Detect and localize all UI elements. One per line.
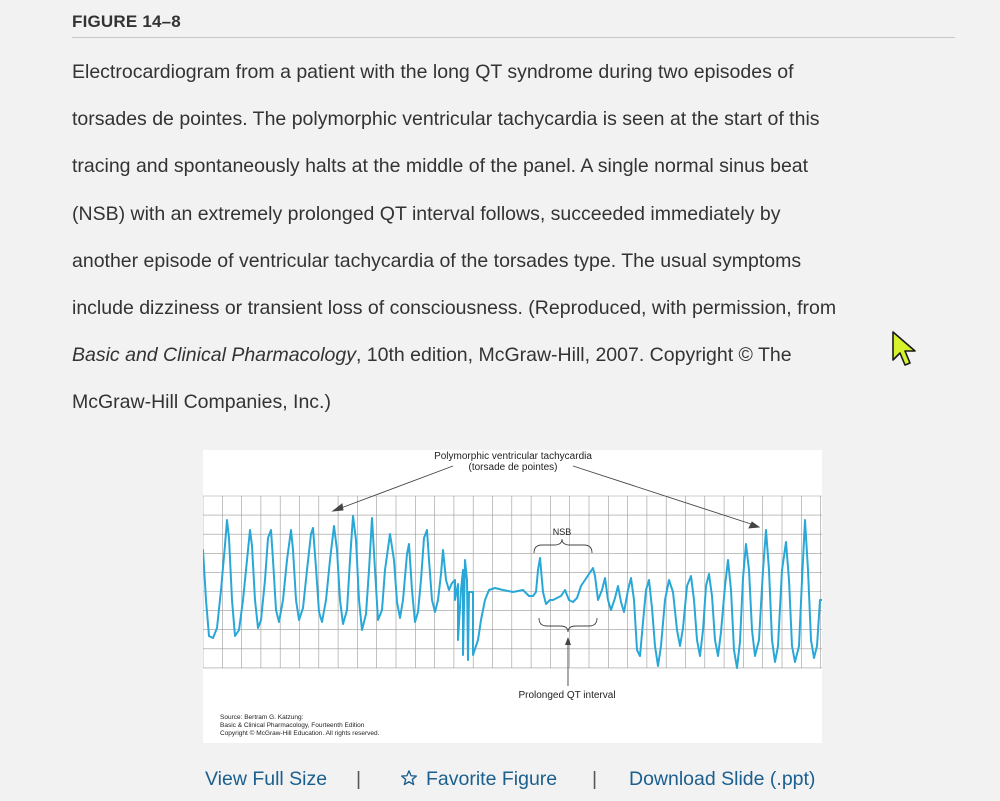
caption-line: (NSB) with an extremely prolonged QT int…: [72, 202, 781, 225]
caption-line: Basic and Clinical Pharmacology, 10th ed…: [72, 332, 962, 379]
annotation-polymorphic-vt: Polymorphic ventricular tachycardia: [434, 451, 592, 462]
mouse-pointer-icon: [892, 331, 916, 366]
caption-line: torsades de pointes. The polymorphic ven…: [72, 108, 820, 131]
caption-book-title: Basic and Clinical Pharmacology: [72, 344, 356, 367]
caption-line: another episode of ventricular tachycard…: [72, 249, 802, 272]
annotation-prolonged-qt: Prolonged QT interval: [518, 690, 615, 701]
ecg-trace: [203, 515, 822, 669]
arrow-right-head: [748, 521, 761, 529]
figure-actions: View Full Size | Favorite Figure | Downl…: [0, 766, 1000, 798]
figure-label: FIGURE 14–8: [72, 12, 181, 31]
star-outline-icon: [400, 770, 418, 786]
view-full-size-link[interactable]: View Full Size: [205, 768, 327, 791]
favorite-figure-link[interactable]: Favorite Figure: [400, 768, 557, 791]
action-separator: |: [592, 768, 598, 790]
qt-arrow-head: [565, 637, 571, 645]
arrow-left-line: [340, 465, 454, 509]
caption-line: McGraw-Hill Companies, Inc.): [72, 391, 331, 414]
figure-caption: Electrocardiogram from a patient with th…: [72, 49, 962, 427]
source-line: Source: Bertram G. Katzung:: [220, 714, 304, 721]
ecg-figure-svg: Polymorphic ventricular tachycardia (tor…: [203, 451, 822, 737]
action-separator: |: [356, 768, 362, 790]
caption-line: Electrocardiogram from a patient with th…: [72, 61, 794, 83]
figure-header-divider: [72, 37, 955, 38]
download-slide-link[interactable]: Download Slide (.ppt): [629, 768, 815, 791]
caption-citation: , 10th edition, McGraw-Hill, 2007. Copyr…: [355, 344, 792, 367]
annotation-torsade: (torsade de pointes): [469, 462, 558, 473]
annotation-arrows: [331, 465, 761, 529]
ecg-figure-image: Polymorphic ventricular tachycardia (tor…: [203, 450, 822, 743]
nsb-bracket: [533, 538, 593, 554]
caption-line: include dizziness or transient loss of c…: [72, 297, 837, 320]
caption-line: tracing and spontaneously halts at the m…: [72, 155, 809, 178]
annotation-nsb: NSB: [553, 527, 572, 537]
favorite-figure-label: Favorite Figure: [426, 768, 558, 790]
source-line: Basic & Clinical Pharmacology, Fourteent…: [220, 722, 365, 729]
source-line: Copyright © McGraw-Hill Education. All r…: [220, 729, 380, 737]
